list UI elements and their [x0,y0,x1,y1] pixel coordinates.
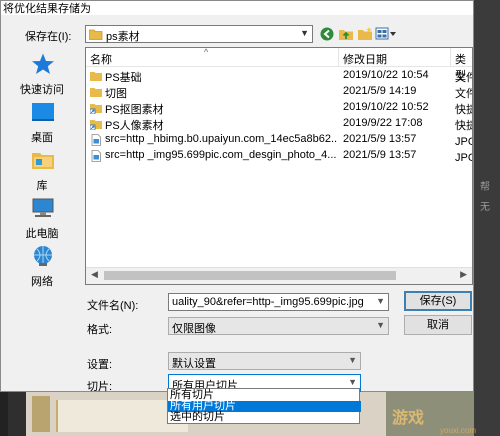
item-type: 文件夹 [455,72,472,84]
settings-value: 默认设置 [172,358,216,370]
place-desktop[interactable]: 桌面 [7,97,77,147]
slices-label: 切片: [87,381,113,393]
computer-icon [32,198,54,217]
place-label: 桌面 [31,132,53,144]
place-label: 此电脑 [25,228,59,240]
place-label: 库 [36,180,48,192]
slices-option[interactable]: 选中的切片 [168,412,361,423]
file-list[interactable]: 名称 ^ 修改日期 类型 PS基础 2019/10/22 10:54 文件夹 切… [85,47,473,285]
folder-icon [89,29,103,40]
chevron-down-icon: ▼ [348,355,357,365]
item-date: 2019/10/22 10:54 [343,69,429,81]
image-file-icon [91,150,101,162]
list-item[interactable]: PS人像素材 2019/9/22 17:08 快捷方 [86,116,472,132]
cancel-button[interactable]: 取消 [404,315,472,335]
item-date: 2019/10/22 10:52 [343,101,429,113]
place-quick-access[interactable]: 快速访问 [7,49,77,99]
list-item[interactable]: src=http _img95.699pic.com_desgin_photo_… [86,148,472,164]
item-date: 2019/9/22 17:08 [343,117,423,129]
list-header: 名称 ^ 修改日期 类型 [86,47,472,82]
scroll-right-icon[interactable]: ▶ [460,269,467,280]
watermark: 游戏 [392,410,425,427]
background-text: 无 [480,202,490,213]
network-icon [34,246,52,266]
star-icon [32,53,54,74]
format-value: 仅限图像 [172,323,216,335]
save-in-label: 保存在(I): [25,31,72,43]
item-date: 2021/5/9 13:57 [343,149,417,161]
list-item[interactable]: PS抠图素材 2019/10/22 10:52 快捷方 [86,100,472,116]
title-bar[interactable]: 将优化结果存储为 [1,1,473,15]
item-name: PS抠图素材 [105,104,164,116]
item-date: 2021/5/9 14:19 [343,85,417,97]
save-dialog: 将优化结果存储为 保存在(I): ps素材 ▼ 快速访问 桌面 库 此电脑 网络… [0,0,474,393]
list-item[interactable]: src=http _hbimg.b0.upaiyun.com_14ec5a8b6… [86,132,472,148]
column-name[interactable]: 名称 [90,51,112,67]
watermark-small: youxi.com [440,426,477,435]
shortcut-icon [90,104,102,114]
item-name: PS基础 [105,72,142,84]
place-this-pc[interactable]: 此电脑 [7,193,77,243]
shortcut-icon [90,120,102,130]
folder-icon [90,72,102,81]
place-label: 快速访问 [20,84,64,96]
column-separator[interactable] [338,48,339,66]
sort-up-icon: ^ [204,47,209,57]
item-name: src=http _img95.699pic.com_desgin_photo_… [105,149,337,161]
place-network[interactable]: 网络 [7,241,77,291]
chevron-down-icon: ▼ [300,28,309,38]
filename-input[interactable]: uality_90&refer=http-_img95.699pic.jpg ▼ [168,293,389,311]
background-right-panel: 帮 无 [474,0,500,436]
back-icon[interactable] [319,26,335,42]
filename-label: 文件名(N): [87,300,139,312]
chevron-down-icon: ▼ [376,320,385,330]
settings-dropdown[interactable]: 默认设置 ▼ [168,352,361,370]
settings-label: 设置: [87,359,113,371]
save-in-dropdown[interactable]: ps素材 ▼ [85,25,313,43]
chevron-down-icon: ▼ [348,377,357,387]
item-date: 2021/5/9 13:57 [343,133,417,145]
preview-block [32,396,50,432]
item-name: src=http _hbimg.b0.upaiyun.com_14ec5a8b6… [105,133,337,145]
chevron-down-icon[interactable]: ▼ [376,296,385,306]
save-button[interactable]: 保存(S) [404,291,472,311]
scroll-thumb[interactable] [104,271,396,280]
item-type: 快捷方 [455,120,472,132]
desktop-icon [32,103,54,121]
place-label: 网络 [31,276,53,288]
item-name: PS人像素材 [105,120,164,132]
image-file-icon [91,134,101,146]
filename-value: uality_90&refer=http-_img95.699pic.jpg [172,296,364,308]
background-text: 帮 [480,182,490,193]
save-in-row: 保存在(I): ps素材 ▼ [1,23,473,45]
library-icon [32,153,54,169]
format-dropdown[interactable]: 仅限图像 ▼ [168,317,389,335]
scroll-left-icon[interactable]: ◀ [91,269,98,280]
horizontal-scrollbar[interactable]: ◀ ▶ [86,267,472,284]
list-item[interactable]: PS基础 2019/10/22 10:54 文件夹 [86,68,472,84]
column-separator[interactable] [450,48,451,66]
item-type: 快捷方 [455,104,472,116]
item-type: JPG 图 [455,152,472,164]
places-bar: 快速访问 桌面 库 此电脑 网络 [7,49,77,289]
dialog-title: 将优化结果存储为 [3,3,91,15]
item-type: JPG 图 [455,136,472,148]
format-label: 格式: [87,324,113,336]
list-item[interactable]: 切图 2021/5/9 14:19 文件夹 [86,84,472,100]
new-folder-icon[interactable] [357,26,373,42]
view-menu-icon[interactable] [375,26,397,42]
up-folder-icon[interactable] [338,26,354,42]
slices-options-list: 所有切片 所有用户切片 选中的切片 [167,388,361,424]
save-in-value: ps素材 [106,31,140,43]
item-type: 文件夹 [455,88,472,100]
place-library[interactable]: 库 [7,145,77,195]
folder-icon [90,88,102,97]
column-date[interactable]: 修改日期 [343,51,387,67]
item-name: 切图 [105,88,127,100]
screen: 帮 无 游戏 youxi.com 将优化结果存储为 保存在(I): ps素材 ▼ [0,0,500,436]
